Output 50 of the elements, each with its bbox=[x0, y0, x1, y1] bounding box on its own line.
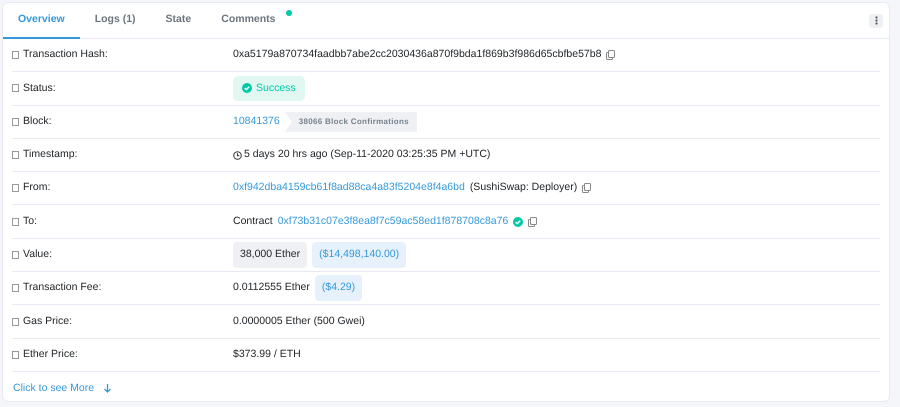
field-label: Transaction Hash: bbox=[23, 47, 108, 62]
tab[interactable]: Overview bbox=[3, 2, 80, 38]
down-arrow-icon bbox=[104, 384, 112, 394]
more-menu-button[interactable] bbox=[869, 14, 883, 28]
square-icon bbox=[12, 284, 19, 292]
field-label: Value: bbox=[23, 247, 52, 262]
see-more-link[interactable]: Click to see More bbox=[13, 380, 94, 397]
square-icon bbox=[12, 250, 19, 259]
square-icon bbox=[12, 184, 19, 192]
clock-icon bbox=[233, 150, 242, 160]
copy-icon[interactable] bbox=[528, 216, 538, 227]
vertical-dots-icon bbox=[874, 16, 878, 25]
square-icon bbox=[12, 151, 19, 160]
tab[interactable]: Logs (1) bbox=[80, 2, 151, 38]
confirmations-badge: 38066 Block Confirmations bbox=[284, 112, 417, 132]
field-value: (SushiSwap: Deployer) bbox=[470, 180, 578, 196]
square-icon bbox=[12, 84, 19, 92]
field-label: Block: bbox=[23, 114, 52, 129]
square-icon bbox=[12, 350, 19, 359]
usd-value-badge: ($4.29) bbox=[314, 275, 362, 302]
field-value: Contract bbox=[233, 214, 273, 229]
address-link[interactable]: 0xf73b31c07e3f8ea8f7c59ac58ed1f878708c8a76 bbox=[278, 214, 508, 230]
field-value: 0xa5179a870734faadbb7abe2cc2030436a870f9bda1f869b3f986d65cbfbe57b8 bbox=[233, 47, 602, 62]
field-label: Ether Price: bbox=[23, 346, 78, 362]
field-label: To: bbox=[23, 214, 38, 229]
field-label: From: bbox=[23, 180, 50, 196]
address-link[interactable]: 0xf942dba4159cb61f8ad88ca4a83f5204e8f4a6bd bbox=[233, 180, 465, 196]
status-badge: Success bbox=[233, 76, 305, 102]
square-icon bbox=[12, 218, 19, 226]
verified-check-icon bbox=[513, 216, 524, 227]
square-icon bbox=[12, 318, 19, 326]
usd-value-badge: ($14,498,140.00) bbox=[312, 242, 406, 268]
field-value: $373.99 / ETH bbox=[233, 346, 301, 362]
copy-icon[interactable] bbox=[606, 50, 616, 60]
field-value: 5 days 20 hrs ago (Sep-11-2020 03:25:35 PM +UTC) bbox=[244, 147, 490, 162]
address-link[interactable]: 10841376 bbox=[233, 114, 280, 130]
check-circle-icon bbox=[242, 83, 252, 94]
field-label: Status: bbox=[23, 80, 56, 96]
field-value: 0.0112555 Ether bbox=[233, 280, 310, 296]
field-label: Gas Price: bbox=[23, 314, 72, 329]
copy-icon[interactable] bbox=[582, 183, 592, 194]
notification-dot bbox=[286, 10, 292, 16]
field-value: 0.0000005 Ether (500 Gwei) bbox=[233, 314, 365, 329]
field-label: Transaction Fee: bbox=[23, 280, 102, 296]
ether-amount-badge: 38,000 Ether bbox=[233, 242, 308, 268]
square-icon bbox=[12, 118, 19, 126]
tab[interactable]: State bbox=[150, 2, 206, 38]
square-icon bbox=[12, 51, 19, 60]
field-label: Timestamp: bbox=[23, 147, 78, 162]
tab[interactable]: Comments bbox=[206, 2, 298, 38]
